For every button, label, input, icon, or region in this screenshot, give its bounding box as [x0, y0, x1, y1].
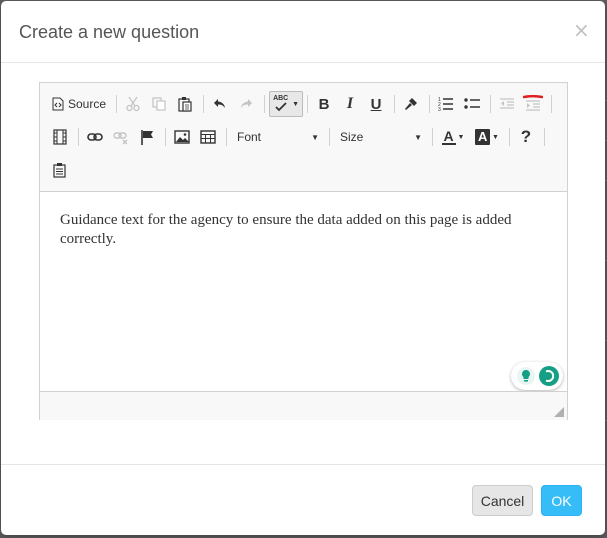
paste-from-word-button[interactable]	[48, 158, 72, 182]
lightbulb-icon[interactable]	[516, 366, 536, 386]
link-button[interactable]	[83, 125, 107, 149]
numbered-list-icon: 123	[438, 96, 454, 112]
toolbar-separator	[429, 95, 431, 113]
toolbar-separator	[264, 95, 266, 113]
editor-toolbar: Source ABC ▼ B I U 1 2 3 Font ▼ Size ▼ A…	[40, 83, 567, 192]
help-button[interactable]: ?	[514, 125, 538, 149]
toolbar-separator	[551, 95, 553, 113]
undo-button[interactable]	[208, 92, 232, 116]
toolbar-separator	[78, 128, 79, 146]
numbered-list-button[interactable]: 123	[434, 92, 458, 116]
unlink-button[interactable]	[109, 125, 133, 149]
decrease-indent-icon	[499, 96, 515, 112]
anchor-button[interactable]	[135, 125, 159, 149]
svg-text:3: 3	[438, 107, 441, 112]
table-icon	[200, 130, 216, 144]
resize-grip-icon[interactable]	[554, 407, 564, 417]
toolbar-separator	[307, 95, 309, 113]
editor-content-area[interactable]: Guidance text for the agency to ensure t…	[40, 192, 567, 391]
bulleted-list-icon	[464, 96, 481, 112]
dialog-footer: Cancel OK	[1, 464, 605, 535]
anchor-flag-icon	[140, 129, 154, 145]
format-painter-button[interactable]	[399, 92, 423, 116]
font-dropdown-label: Font	[237, 130, 262, 144]
cut-icon	[125, 96, 141, 112]
grammar-status-icon[interactable]	[539, 366, 559, 386]
redo-button[interactable]	[234, 92, 258, 116]
image-icon	[174, 130, 190, 144]
chevron-down-icon: ▼	[311, 132, 319, 142]
decrease-indent-button[interactable]	[495, 92, 519, 116]
help-icon: ?	[520, 127, 532, 146]
toolbar-separator	[203, 95, 205, 113]
redo-icon	[238, 96, 254, 112]
increase-indent-icon	[523, 95, 544, 113]
unlink-icon	[113, 129, 129, 145]
toolbar-row-2: Font ▼ Size ▼ A ▼ A ▼ ?	[48, 123, 549, 151]
close-button[interactable]: ×	[573, 20, 590, 40]
chevron-down-icon: ▼	[414, 132, 422, 142]
paste-from-word-icon	[52, 162, 68, 178]
source-button[interactable]: Source	[48, 92, 110, 116]
toolbar-separator	[432, 128, 433, 146]
dialog-title: Create a new question	[19, 22, 200, 42]
cancel-button[interactable]: Cancel	[472, 485, 533, 516]
size-dropdown-label: Size	[340, 130, 364, 144]
ok-button[interactable]: OK	[541, 485, 582, 516]
format-painter-icon	[403, 96, 419, 112]
toolbar-separator	[394, 95, 396, 113]
dialog-header: Create a new question ×	[1, 1, 605, 63]
size-dropdown[interactable]: Size ▼	[334, 126, 428, 148]
table-button[interactable]	[196, 125, 220, 149]
chevron-down-icon: ▼	[457, 133, 465, 141]
source-label: Source	[68, 97, 107, 111]
link-icon	[87, 129, 103, 145]
background-color-button[interactable]: A ▼	[471, 125, 503, 149]
toolbar-row-1: Source ABC ▼ B I U 1 2 3	[48, 90, 556, 118]
underline-icon: U	[370, 95, 382, 113]
italic-button[interactable]: I	[338, 92, 362, 116]
bold-icon: B	[318, 95, 330, 113]
create-question-dialog: Create a new question × Source ABC ▼ B I…	[1, 1, 605, 535]
chevron-down-icon: ▼	[492, 133, 499, 141]
spellcheck-icon: ABC	[273, 95, 291, 113]
cut-button[interactable]	[121, 92, 145, 116]
background-color-icon: A	[475, 129, 491, 145]
rich-text-editor: Source ABC ▼ B I U 1 2 3 Font ▼ Size ▼ A…	[39, 82, 568, 420]
paste-button[interactable]	[173, 92, 197, 116]
paste-icon	[177, 96, 193, 112]
image-button[interactable]	[170, 125, 194, 149]
text-color-icon: A	[441, 128, 456, 145]
italic-icon: I	[346, 95, 354, 112]
increase-indent-button[interactable]	[521, 92, 545, 116]
chevron-down-icon: ▼	[292, 100, 299, 108]
toolbar-separator	[490, 95, 492, 113]
toolbar-separator	[226, 128, 227, 146]
toolbar-separator	[509, 128, 510, 146]
toolbar-row-3	[48, 156, 74, 184]
bold-button[interactable]: B	[312, 92, 336, 116]
spellcheck-button[interactable]: ABC ▼	[269, 91, 304, 117]
text-color-button[interactable]: A ▼	[437, 125, 469, 149]
grammar-assistant-widget[interactable]	[511, 362, 563, 390]
editor-content-text[interactable]: Guidance text for the agency to ensure t…	[60, 211, 555, 249]
video-icon	[53, 129, 67, 145]
toolbar-separator	[544, 128, 545, 146]
underline-button[interactable]: U	[364, 92, 388, 116]
toolbar-separator	[165, 128, 166, 146]
copy-button[interactable]	[147, 92, 171, 116]
video-button[interactable]	[48, 125, 72, 149]
source-icon	[52, 97, 64, 111]
font-dropdown[interactable]: Font ▼	[231, 126, 325, 148]
editor-statusbar	[40, 391, 567, 420]
undo-icon	[212, 96, 228, 112]
toolbar-separator	[116, 95, 118, 113]
copy-icon	[151, 96, 167, 112]
toolbar-separator	[329, 128, 330, 146]
bulleted-list-button[interactable]	[460, 92, 484, 116]
